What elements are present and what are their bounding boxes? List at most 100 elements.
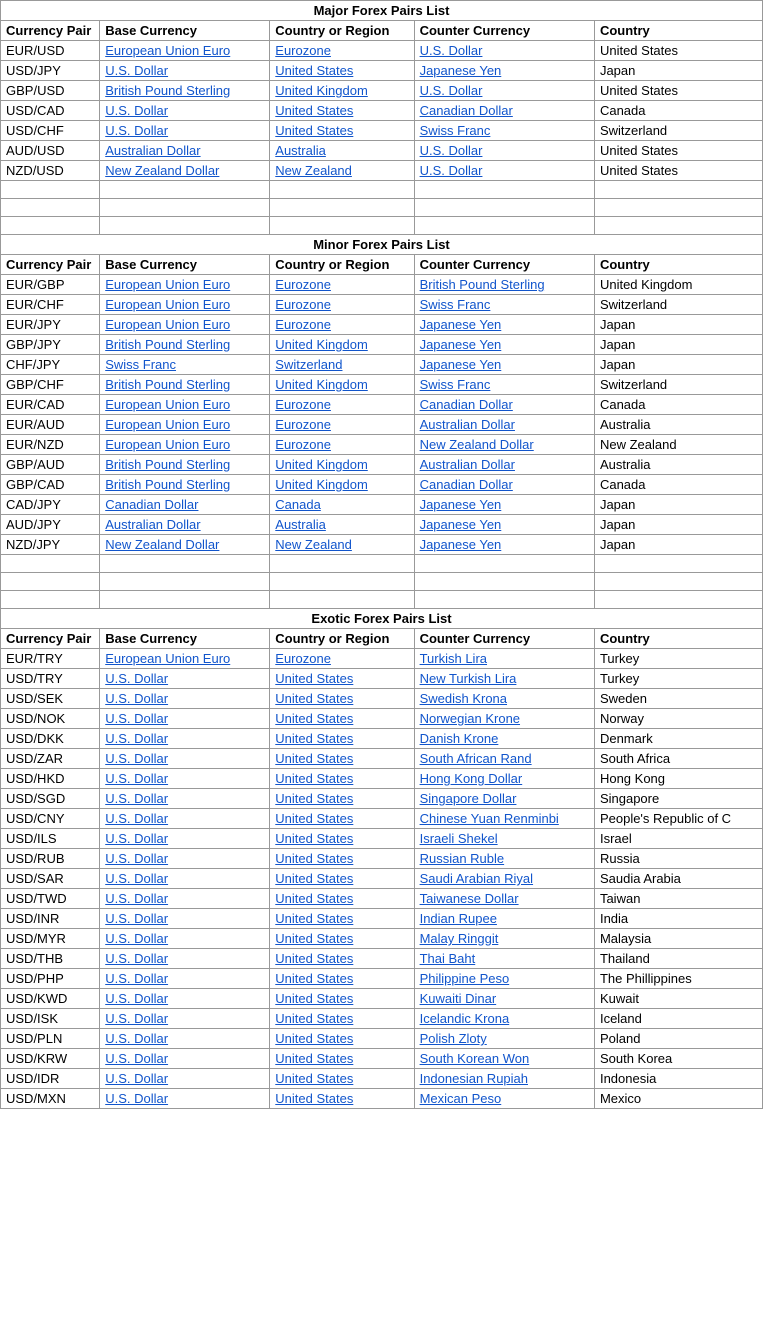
- cell-1-4-1: Swiss Franc: [100, 355, 270, 375]
- cell-1-0-4: United Kingdom: [594, 275, 762, 295]
- empty-row: [1, 555, 763, 573]
- cell-0-4-3: Swiss Franc: [414, 121, 594, 141]
- cell-1-4-0: CHF/JPY: [1, 355, 100, 375]
- empty-row: [1, 573, 763, 591]
- table-row: USD/TRYU.S. DollarUnited StatesNew Turki…: [1, 669, 763, 689]
- cell-2-20-0: USD/KRW: [1, 1049, 100, 1069]
- cell-1-0-1: European Union Euro: [100, 275, 270, 295]
- empty-cell-0-0-2: [270, 181, 414, 199]
- cell-2-2-3: Swedish Krona: [414, 689, 594, 709]
- cell-0-6-3: U.S. Dollar: [414, 161, 594, 181]
- cell-0-2-2: United Kingdom: [270, 81, 414, 101]
- cell-0-0-1: European Union Euro: [100, 41, 270, 61]
- table-row: AUD/JPYAustralian DollarAustraliaJapanes…: [1, 515, 763, 535]
- cell-1-10-2: United Kingdom: [270, 475, 414, 495]
- cell-2-18-1: U.S. Dollar: [100, 1009, 270, 1029]
- cell-2-11-0: USD/SAR: [1, 869, 100, 889]
- empty-cell-0-0-3: [414, 181, 594, 199]
- empty-cell-1-1-0: [1, 573, 100, 591]
- table-row: USD/CADU.S. DollarUnited StatesCanadian …: [1, 101, 763, 121]
- table-row: USD/RUBU.S. DollarUnited StatesRussian R…: [1, 849, 763, 869]
- cell-1-11-2: Canada: [270, 495, 414, 515]
- cell-1-4-3: Japanese Yen: [414, 355, 594, 375]
- empty-cell-0-1-4: [594, 199, 762, 217]
- cell-1-3-0: GBP/JPY: [1, 335, 100, 355]
- cell-1-2-1: European Union Euro: [100, 315, 270, 335]
- cell-2-22-4: Mexico: [594, 1089, 762, 1109]
- cell-2-11-3: Saudi Arabian Riyal: [414, 869, 594, 889]
- table-row: USD/ZARU.S. DollarUnited StatesSouth Afr…: [1, 749, 763, 769]
- cell-2-11-2: United States: [270, 869, 414, 889]
- cell-1-10-1: British Pound Sterling: [100, 475, 270, 495]
- cell-1-0-2: Eurozone: [270, 275, 414, 295]
- cell-2-6-2: United States: [270, 769, 414, 789]
- cell-2-12-0: USD/TWD: [1, 889, 100, 909]
- cell-2-20-2: United States: [270, 1049, 414, 1069]
- empty-cell-1-2-1: [100, 591, 270, 609]
- header-cell-2-0: Currency Pair: [1, 629, 100, 649]
- cell-0-5-1: Australian Dollar: [100, 141, 270, 161]
- cell-2-11-4: Saudia Arabia: [594, 869, 762, 889]
- cell-1-11-3: Japanese Yen: [414, 495, 594, 515]
- table-row: NZD/JPYNew Zealand DollarNew ZealandJapa…: [1, 535, 763, 555]
- header-cell-0-2: Country or Region: [270, 21, 414, 41]
- table-row: USD/IDRU.S. DollarUnited StatesIndonesia…: [1, 1069, 763, 1089]
- cell-0-5-2: Australia: [270, 141, 414, 161]
- table-row: GBP/CHFBritish Pound SterlingUnited King…: [1, 375, 763, 395]
- cell-2-13-1: U.S. Dollar: [100, 909, 270, 929]
- header-cell-1-1: Base Currency: [100, 255, 270, 275]
- table-row: EUR/AUDEuropean Union EuroEurozoneAustra…: [1, 415, 763, 435]
- cell-2-10-2: United States: [270, 849, 414, 869]
- cell-1-8-1: European Union Euro: [100, 435, 270, 455]
- table-row: USD/ISKU.S. DollarUnited StatesIcelandic…: [1, 1009, 763, 1029]
- section-title-1: Minor Forex Pairs List: [1, 235, 763, 255]
- cell-1-3-2: United Kingdom: [270, 335, 414, 355]
- cell-0-2-0: GBP/USD: [1, 81, 100, 101]
- cell-2-3-4: Norway: [594, 709, 762, 729]
- empty-cell-1-1-3: [414, 573, 594, 591]
- cell-2-17-0: USD/KWD: [1, 989, 100, 1009]
- forex-table: Major Forex Pairs ListCurrency PairBase …: [0, 0, 763, 1109]
- empty-cell-0-2-4: [594, 217, 762, 235]
- table-row: USD/THBU.S. DollarUnited StatesThai Baht…: [1, 949, 763, 969]
- cell-2-16-2: United States: [270, 969, 414, 989]
- header-row-1: Currency PairBase CurrencyCountry or Reg…: [1, 255, 763, 275]
- table-row: EUR/TRYEuropean Union EuroEurozoneTurkis…: [1, 649, 763, 669]
- cell-1-4-2: Switzerland: [270, 355, 414, 375]
- table-row: USD/KRWU.S. DollarUnited StatesSouth Kor…: [1, 1049, 763, 1069]
- cell-2-5-1: U.S. Dollar: [100, 749, 270, 769]
- section-title-2: Exotic Forex Pairs List: [1, 609, 763, 629]
- cell-0-2-4: United States: [594, 81, 762, 101]
- empty-cell-1-2-3: [414, 591, 594, 609]
- empty-row: [1, 591, 763, 609]
- cell-2-0-3: Turkish Lira: [414, 649, 594, 669]
- table-row: USD/MYRU.S. DollarUnited StatesMalay Rin…: [1, 929, 763, 949]
- cell-2-22-3: Mexican Peso: [414, 1089, 594, 1109]
- cell-2-19-4: Poland: [594, 1029, 762, 1049]
- header-row-2: Currency PairBase CurrencyCountry or Reg…: [1, 629, 763, 649]
- cell-1-2-2: Eurozone: [270, 315, 414, 335]
- cell-2-14-3: Malay Ringgit: [414, 929, 594, 949]
- cell-0-0-4: United States: [594, 41, 762, 61]
- cell-2-5-2: United States: [270, 749, 414, 769]
- table-row: EUR/CHFEuropean Union EuroEurozoneSwiss …: [1, 295, 763, 315]
- cell-2-8-4: People's Republic of C: [594, 809, 762, 829]
- header-cell-1-3: Counter Currency: [414, 255, 594, 275]
- cell-2-10-0: USD/RUB: [1, 849, 100, 869]
- cell-0-6-0: NZD/USD: [1, 161, 100, 181]
- empty-cell-0-0-1: [100, 181, 270, 199]
- table-row: NZD/USDNew Zealand DollarNew ZealandU.S.…: [1, 161, 763, 181]
- cell-1-0-3: British Pound Sterling: [414, 275, 594, 295]
- cell-1-1-2: Eurozone: [270, 295, 414, 315]
- empty-cell-1-2-0: [1, 591, 100, 609]
- cell-2-9-2: United States: [270, 829, 414, 849]
- cell-2-4-3: Danish Krone: [414, 729, 594, 749]
- empty-cell-1-0-1: [100, 555, 270, 573]
- header-cell-0-1: Base Currency: [100, 21, 270, 41]
- table-row: CAD/JPYCanadian DollarCanadaJapanese Yen…: [1, 495, 763, 515]
- cell-2-6-1: U.S. Dollar: [100, 769, 270, 789]
- cell-1-9-2: United Kingdom: [270, 455, 414, 475]
- cell-2-1-3: New Turkish Lira: [414, 669, 594, 689]
- cell-2-13-0: USD/INR: [1, 909, 100, 929]
- cell-2-9-1: U.S. Dollar: [100, 829, 270, 849]
